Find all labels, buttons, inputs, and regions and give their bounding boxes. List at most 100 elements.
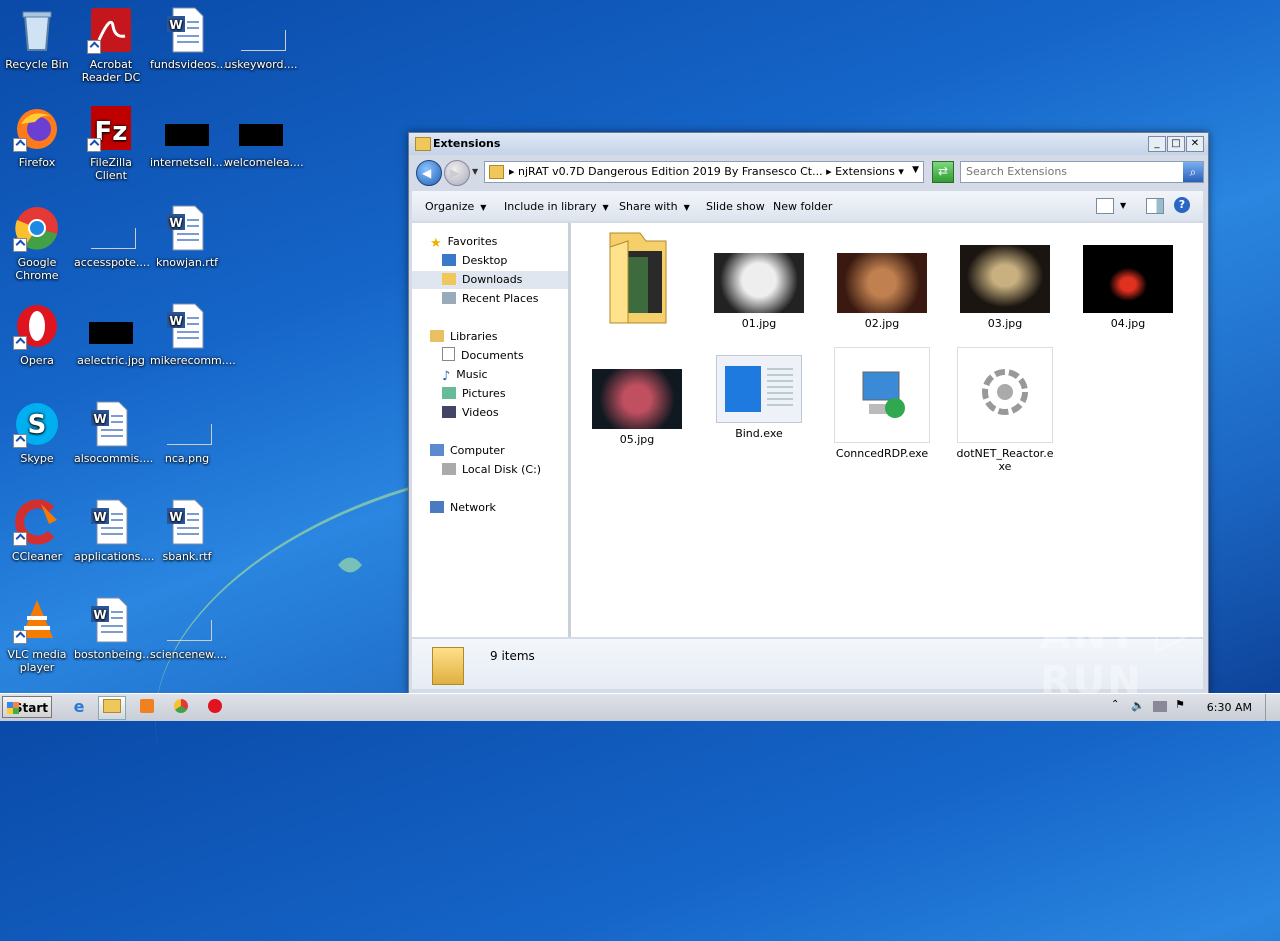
desktop-icon-label: sbank.rtf [162, 550, 212, 563]
back-button[interactable]: ◀ [416, 160, 442, 186]
desktop-icon-chrome[interactable]: Google Chrome [0, 204, 74, 282]
close-button[interactable]: ✕ [1186, 136, 1204, 152]
start-button[interactable]: Start [2, 696, 52, 718]
taskbar-media-player[interactable] [134, 696, 160, 718]
desktop-icon-label: nca.png [164, 452, 210, 465]
chevron-down-icon[interactable]: ▼ [1120, 201, 1136, 215]
desktop-icon-filezilla[interactable]: Fz FileZilla Client [74, 104, 148, 182]
file-item[interactable]: Bind.exe [709, 355, 809, 440]
folder-icon [489, 165, 504, 179]
network-icon [430, 501, 444, 513]
desktop-icon-file[interactable]: W bostonbeing.... [74, 596, 156, 661]
nav-item-music[interactable]: ♪ Music [442, 366, 488, 384]
arrow-left-icon: ◀ [422, 166, 432, 180]
desktop-icon-skype[interactable]: S Skype [0, 400, 74, 465]
show-desktop-button[interactable] [1265, 694, 1280, 721]
file-item[interactable]: 05.jpg [587, 369, 687, 446]
desktop-icon-recycle-bin[interactable]: Recycle Bin [0, 6, 74, 71]
slide-show-button[interactable]: Slide show [706, 200, 765, 213]
share-with-button[interactable]: Share with ▼ [619, 200, 690, 213]
search-input[interactable] [964, 164, 1178, 179]
desktop-icon-file[interactable]: accesspote.... [74, 204, 150, 269]
desktop-icon-acrobat[interactable]: Acrobat Reader DC [74, 6, 148, 84]
action-center-flag-icon[interactable]: ⚑ [1175, 698, 1185, 711]
desktop-icon-file[interactable]: internetsell.... [150, 104, 226, 169]
new-folder-button[interactable]: New folder [773, 200, 832, 213]
nav-item-local-disk[interactable]: Local Disk (C:) [442, 461, 541, 479]
file-item[interactable]: 02.jpg [832, 253, 932, 330]
nav-item-desktop[interactable]: Desktop [442, 252, 507, 270]
desktop-icon-ccleaner[interactable]: CCleaner [0, 498, 74, 563]
desktop-icon-file[interactable]: W fundsvideos.... [150, 6, 230, 71]
desktop-icon [442, 254, 456, 266]
include-in-library-button[interactable]: Include in library ▼ [504, 200, 609, 213]
clock[interactable]: 6:30 AM [1207, 701, 1252, 714]
desktop-icon-file[interactable]: sciencenew.... [150, 596, 227, 661]
desktop-icon-file[interactable]: W mikerecomm.... [150, 302, 236, 367]
file-item[interactable]: Img [587, 231, 687, 324]
desktop-icon-file[interactable]: nca.png [150, 400, 224, 465]
file-item[interactable]: 04.jpg [1078, 245, 1178, 330]
search-box[interactable]: ⌕ [960, 161, 1204, 183]
search-icon[interactable]: ⌕ [1183, 162, 1203, 182]
nav-item-recent-places[interactable]: Recent Places [442, 290, 539, 308]
opera-icon [208, 699, 222, 713]
desktop-icon-firefox[interactable]: Firefox [0, 104, 74, 169]
refresh-button[interactable]: ⇄ [932, 161, 954, 183]
nav-item-documents[interactable]: Documents [442, 347, 524, 365]
desktop-icon-file[interactable]: welcomelea.... [224, 104, 304, 169]
music-icon: ♪ [442, 369, 451, 384]
file-item[interactable]: 03.jpg [955, 245, 1055, 330]
taskbar-opera[interactable] [202, 696, 228, 718]
file-list: Img 01.jpg 02.jpg 03.jpg 04.jpg 05.jpg B… [571, 223, 1203, 637]
view-options-icon[interactable] [1096, 198, 1114, 214]
svg-text:W: W [169, 314, 182, 328]
taskbar-chrome[interactable] [168, 696, 194, 718]
nav-item-computer[interactable]: Computer [430, 442, 505, 460]
taskbar-ie[interactable]: e [66, 696, 92, 718]
nav-item-favorites[interactable]: ★ Favorites [430, 233, 497, 251]
address-bar[interactable]: ▸ njRAT v0.7D Dangerous Edition 2019 By … [484, 161, 924, 183]
nav-item-downloads[interactable]: Downloads [412, 271, 568, 289]
desktop-icon-vlc[interactable]: VLC media player [0, 596, 74, 674]
desktop-icon-file[interactable]: aelectric.jpg [74, 302, 148, 367]
desktop-icon-file[interactable]: W knowjan.rtf [150, 204, 224, 269]
maximize-button[interactable]: □ [1167, 136, 1185, 152]
include-label: Include in library [504, 200, 597, 213]
title-bar[interactable]: Extensions _ □ ✕ [409, 133, 1208, 155]
desktop-icon-file[interactable]: uskeyword.... [224, 6, 298, 71]
show-hidden-icons-icon[interactable]: ⌃ [1111, 699, 1119, 710]
file-item[interactable]: ConncedRDP.exe [832, 347, 932, 460]
minimize-button[interactable]: _ [1148, 136, 1166, 152]
nav-item-libraries[interactable]: Libraries [430, 328, 498, 346]
file-name: 03.jpg [987, 317, 1023, 330]
recent-pages-dropdown[interactable]: ▼ [472, 167, 478, 176]
file-item[interactable]: 01.jpg [709, 253, 809, 330]
forward-button[interactable]: ▶ [444, 160, 470, 186]
nav-item-network[interactable]: Network [430, 499, 496, 517]
preview-pane-icon[interactable] [1146, 198, 1164, 214]
svg-text:W: W [93, 608, 106, 622]
system-tray: ⌃ 🔈 ⚑ 6:30 AM [1105, 694, 1280, 721]
desktop-icon-file[interactable]: W sbank.rtf [150, 498, 224, 563]
desktop-icon-label: Google Chrome [15, 256, 59, 282]
desktop-icon-label: alsocommis.... [74, 452, 154, 465]
organize-button[interactable]: Organize ▼ [425, 200, 486, 213]
taskbar-explorer[interactable] [98, 696, 126, 720]
desktop-icon-opera[interactable]: Opera [0, 302, 74, 367]
desktop-icon-file[interactable]: W applications.... [74, 498, 154, 563]
volume-icon[interactable]: 🔈 [1131, 699, 1145, 712]
image-thumbnail-icon [714, 253, 804, 313]
help-icon[interactable]: ? [1174, 197, 1190, 213]
remote-desktop-icon [834, 347, 930, 443]
network-tray-icon[interactable] [1153, 701, 1167, 712]
desktop-icon-file[interactable]: W alsocommis.... [74, 400, 154, 465]
gear-icon [957, 347, 1053, 443]
file-item[interactable]: dotNET_Reactor.exe [955, 347, 1055, 473]
star-icon: ★ [430, 236, 442, 251]
file-thumbnail-icon [163, 400, 212, 448]
chevron-down-icon[interactable]: ▼ [912, 165, 919, 175]
nav-item-videos[interactable]: Videos [442, 404, 499, 422]
vlc-icon [13, 596, 61, 644]
nav-item-pictures[interactable]: Pictures [442, 385, 506, 403]
